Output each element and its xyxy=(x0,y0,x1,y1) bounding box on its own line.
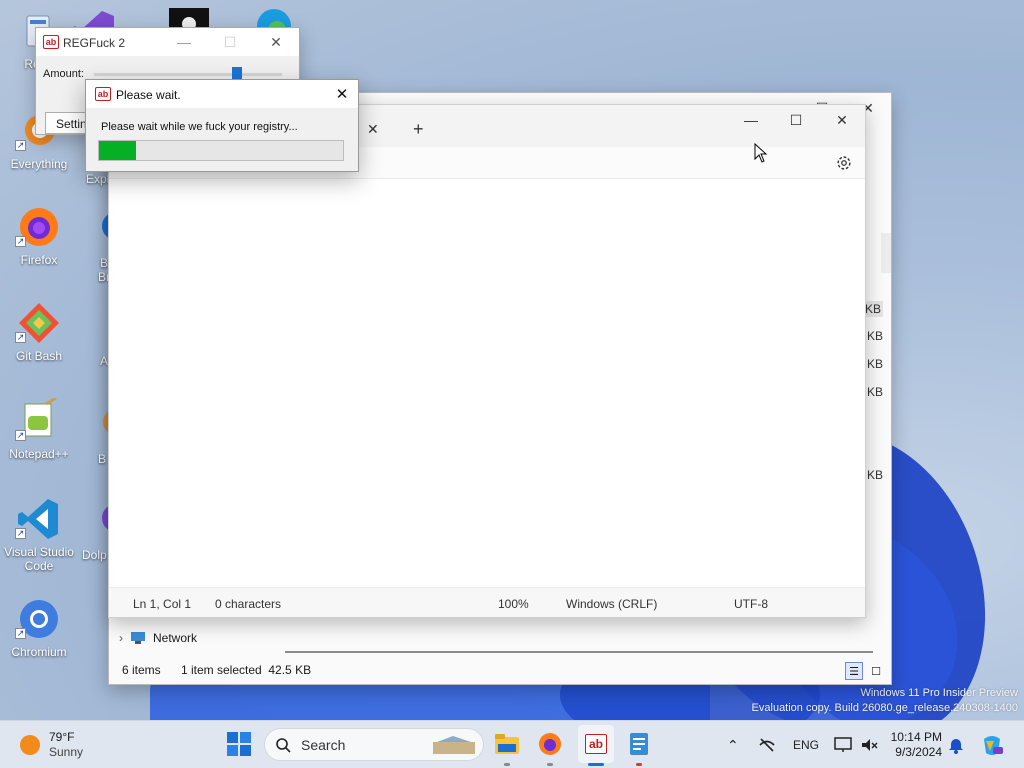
notepad-window[interactable]: ✕ + — ☐ ✕ Ln 1, Col 1 0 characters 100% … xyxy=(108,104,866,618)
maximize-button[interactable]: ☐ xyxy=(773,105,819,135)
amount-slider[interactable] xyxy=(94,73,282,76)
desktop-icon-label: Chromium xyxy=(11,645,67,659)
display-icon[interactable] xyxy=(834,736,852,754)
close-button[interactable]: ✕ xyxy=(819,105,865,135)
gear-icon[interactable] xyxy=(835,154,853,172)
clock[interactable]: 10:14 PM 9/3/2024 xyxy=(886,730,942,760)
chevron-right-icon[interactable]: › xyxy=(119,631,123,645)
desktop-icon-vscode[interactable]: ↗ Visual Studio Code xyxy=(1,496,77,573)
tiles-view-icon[interactable]: ☐ xyxy=(867,662,885,680)
app-icon: ab xyxy=(585,734,607,754)
cursor-position: Ln 1, Col 1 xyxy=(133,597,192,611)
regfuck-taskbar-button[interactable]: ab xyxy=(578,725,614,763)
clock-time: 10:14 PM xyxy=(890,730,942,744)
shortcut-arrow-icon: ↗ xyxy=(15,628,26,639)
search-icon xyxy=(276,737,291,753)
explorer-header-strip xyxy=(881,233,891,273)
view-toggle[interactable]: ☰ ☐ xyxy=(845,662,885,680)
network-label: Network xyxy=(153,631,198,645)
mouse-cursor-icon xyxy=(754,143,768,163)
chevron-up-icon[interactable]: ⌃ xyxy=(727,737,739,754)
network-disconnected-icon[interactable] xyxy=(758,736,776,754)
item-count: 6 items xyxy=(122,663,161,677)
shortcut-arrow-icon: ↗ xyxy=(15,528,26,539)
desktop-icon-label: Dolp xyxy=(82,548,107,562)
encoding[interactable]: UTF-8 xyxy=(734,597,768,611)
notepad-status-bar: Ln 1, Col 1 0 characters 100% Windows (C… xyxy=(109,587,865,617)
activation-watermark: Evaluation copy. Build 26080.ge_release.… xyxy=(751,702,1018,714)
wait-message: Please wait while we fuck your registry.… xyxy=(101,121,298,133)
weather-widget[interactable]: 79°F Sunny xyxy=(20,730,83,760)
file-size-cell: KB xyxy=(866,468,883,482)
close-button[interactable]: ✕ xyxy=(326,80,358,108)
notepad-icon[interactable] xyxy=(626,731,652,757)
desktop-icon-chromium[interactable]: ↗ Chromium xyxy=(1,596,77,659)
volume-muted-icon[interactable] xyxy=(860,736,878,754)
details-view-icon[interactable]: ☰ xyxy=(845,662,863,680)
activation-watermark: Windows 11 Pro Insider Preview xyxy=(860,687,1018,699)
dialog-title: Please wait. xyxy=(116,88,181,102)
search-highlight-icon xyxy=(433,735,475,754)
app-icon: ab xyxy=(43,35,59,49)
weather-temperature: 79°F xyxy=(49,730,75,744)
desktop-icon-label: Visual Studio Code xyxy=(4,545,74,573)
character-count: 0 characters xyxy=(215,597,282,611)
nav-pane-network[interactable]: › Network xyxy=(119,631,197,645)
weather-condition: Sunny xyxy=(49,745,84,759)
explorer-status-bar: 6 items 1 item selected 42.5 KB xyxy=(109,656,891,684)
progress-fill xyxy=(99,141,136,160)
close-tab-icon[interactable]: ✕ xyxy=(367,121,379,138)
desktop-icon-label: B xyxy=(98,452,107,466)
desktop-icon-label: Notepad++ xyxy=(9,447,69,461)
desktop-icon-label: Git Bash xyxy=(15,349,63,363)
zoom-level[interactable]: 100% xyxy=(498,597,529,611)
sun-icon xyxy=(20,735,40,755)
shortcut-arrow-icon: ↗ xyxy=(15,140,26,151)
app-icon: ab xyxy=(95,87,111,101)
window-title: REGFuck 2 xyxy=(63,36,126,50)
close-button[interactable]: ✕ xyxy=(253,28,299,56)
start-icon[interactable] xyxy=(226,731,252,757)
search-placeholder: Search xyxy=(301,736,346,753)
shortcut-arrow-icon: ↗ xyxy=(15,236,26,247)
shortcut-arrow-icon: ↗ xyxy=(15,430,26,441)
file-explorer-icon[interactable] xyxy=(494,731,520,757)
minimize-button[interactable]: — xyxy=(161,28,207,56)
desktop-icon-label: A xyxy=(100,354,109,368)
file-size-cell: KB xyxy=(866,385,883,399)
desktop-icon-label: Firefox xyxy=(20,253,58,267)
desktop-icon-firefox[interactable]: ↗ Firefox xyxy=(1,204,77,267)
horizontal-scrollbar[interactable] xyxy=(285,651,873,653)
running-indicator xyxy=(504,763,510,766)
desktop-icon-git-bash[interactable]: ↗ Git Bash xyxy=(1,300,77,363)
amount-label: Amount: xyxy=(43,68,84,80)
language-indicator[interactable]: ENG xyxy=(793,721,819,768)
progress-bar xyxy=(98,140,344,161)
please-wait-dialog[interactable]: ab Please wait. ✕ Please wait while we f… xyxy=(85,79,359,172)
desktop-icon-label: Expl xyxy=(86,172,110,186)
desktop-icon-notepad-plus-plus[interactable]: ↗ Notepad++ xyxy=(1,398,77,461)
line-ending[interactable]: Windows (CRLF) xyxy=(566,597,657,611)
taskbar: 79°F Sunny Search ab ⌃ ENG 10:14 PM 9/3/… xyxy=(0,720,1024,768)
desktop-icon-label: Everything xyxy=(10,157,68,171)
file-size-cell: KB xyxy=(866,357,883,371)
running-indicator xyxy=(547,763,553,766)
shortcut-arrow-icon: ↗ xyxy=(15,332,26,343)
selection-info: 1 item selected 42.5 KB xyxy=(181,663,312,677)
running-indicator xyxy=(588,763,604,766)
new-tab-button[interactable]: + xyxy=(413,119,424,140)
notification-bell-icon[interactable] xyxy=(948,736,964,754)
file-size-cell: KB xyxy=(866,329,883,343)
network-icon xyxy=(131,632,145,644)
running-indicator xyxy=(636,763,642,766)
text-editor[interactable] xyxy=(109,179,865,587)
copilot-icon[interactable] xyxy=(980,733,1004,757)
show-hidden-icons[interactable]: ⌃ xyxy=(727,721,739,768)
maximize-button[interactable]: ☐ xyxy=(207,28,253,56)
minimize-button[interactable]: — xyxy=(728,105,774,135)
firefox-icon[interactable] xyxy=(537,731,563,757)
clock-date: 9/3/2024 xyxy=(895,745,942,759)
taskbar-search[interactable]: Search xyxy=(264,728,484,761)
